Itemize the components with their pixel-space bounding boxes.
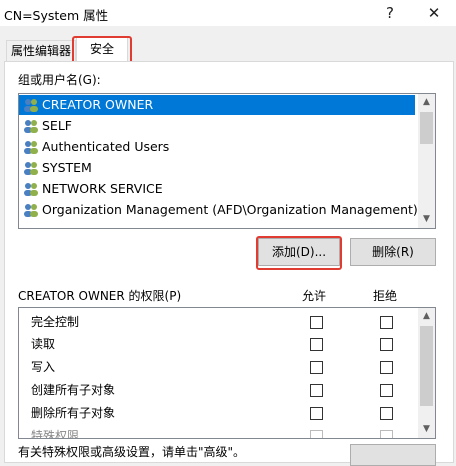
users-icon [24,141,38,154]
list-item-self[interactable]: SELF [19,116,415,136]
permission-label: 读取 [31,337,56,351]
list-item-label: NETWORK SERVICE [42,181,163,196]
tab-attribute-editor[interactable]: 属性编辑器 [6,40,76,61]
deny-header: 拒绝 [373,289,398,303]
scroll-up-icon[interactable]: ▲ [418,94,435,111]
allow-checkbox [310,430,323,438]
scroll-up-icon[interactable]: ▲ [418,308,435,325]
permission-row-write: 写入 [19,356,415,378]
tab-strip: 属性编辑器 安全 [0,26,456,62]
list-item-creator-owner[interactable]: CREATOR OWNER [19,95,415,115]
list-item-label: SELF [42,118,72,133]
permission-label: 写入 [31,360,56,374]
list-item-network-service[interactable]: NETWORK SERVICE [19,179,415,199]
allow-checkbox[interactable] [310,338,323,351]
permissions-listbox: 完全控制 读取 写入 创建所有子对象 删除所有子对象 特殊权限 ▲ ▼ [18,307,436,439]
list-item-label: Organization Management (AFD\Organizatio… [42,202,418,217]
permission-row-full-control: 完全控制 [19,311,415,333]
list-item-authenticated-users[interactable]: Authenticated Users [19,137,415,157]
advanced-button[interactable] [350,444,436,466]
deny-checkbox[interactable] [380,407,393,420]
groups-listbox[interactable]: CREATOR OWNER SELF Authenticated Users S… [18,93,436,229]
permission-label: 删除所有子对象 [31,406,116,420]
list-item-label: Authenticated Users [42,139,170,154]
users-icon [24,120,38,133]
permissions-label: CREATOR OWNER 的权限(P) [18,289,182,303]
help-button[interactable]: ? [370,0,410,26]
deny-checkbox [380,430,393,438]
add-button-highlight [256,236,342,270]
permission-label: 完全控制 [31,315,80,329]
groups-scrollbar[interactable]: ▲ ▼ [418,94,435,228]
list-item-system[interactable]: SYSTEM [19,158,415,178]
users-icon [24,183,38,196]
permission-row-special: 特殊权限 [19,425,415,439]
allow-header: 允许 [302,289,327,303]
permission-label: 特殊权限 [31,429,80,439]
permission-row-read: 读取 [19,333,415,355]
users-icon [24,99,38,112]
permission-label: 创建所有子对象 [31,383,116,397]
title-bar: CN=System 属性 ? ✕ [0,0,456,26]
users-icon [24,162,38,175]
window-title: CN=System 属性 [4,8,109,23]
deny-checkbox[interactable] [380,384,393,397]
allow-checkbox[interactable] [310,384,323,397]
users-icon [24,204,38,217]
list-item-label: CREATOR OWNER [42,97,154,112]
list-item-organization-management[interactable]: Organization Management (AFD\Organizatio… [19,200,418,220]
close-button[interactable]: ✕ [414,0,454,26]
deny-checkbox[interactable] [380,361,393,374]
permission-row-delete-children: 删除所有子对象 [19,402,415,424]
scroll-thumb[interactable] [420,326,433,406]
permissions-scrollbar[interactable]: ▲ ▼ [418,308,435,438]
remove-button[interactable]: 删除(R) [350,238,436,266]
allow-checkbox[interactable] [310,407,323,420]
list-item-label: SYSTEM [42,160,92,175]
scroll-down-icon[interactable]: ▼ [418,421,435,438]
allow-checkbox[interactable] [310,316,323,329]
deny-checkbox[interactable] [380,316,393,329]
allow-checkbox[interactable] [310,361,323,374]
scroll-thumb[interactable] [420,112,433,144]
groups-label: 组或用户名(G): [18,73,101,87]
deny-checkbox[interactable] [380,338,393,351]
scroll-down-icon[interactable]: ▼ [418,211,435,228]
permission-row-create-children: 创建所有子对象 [19,379,415,401]
